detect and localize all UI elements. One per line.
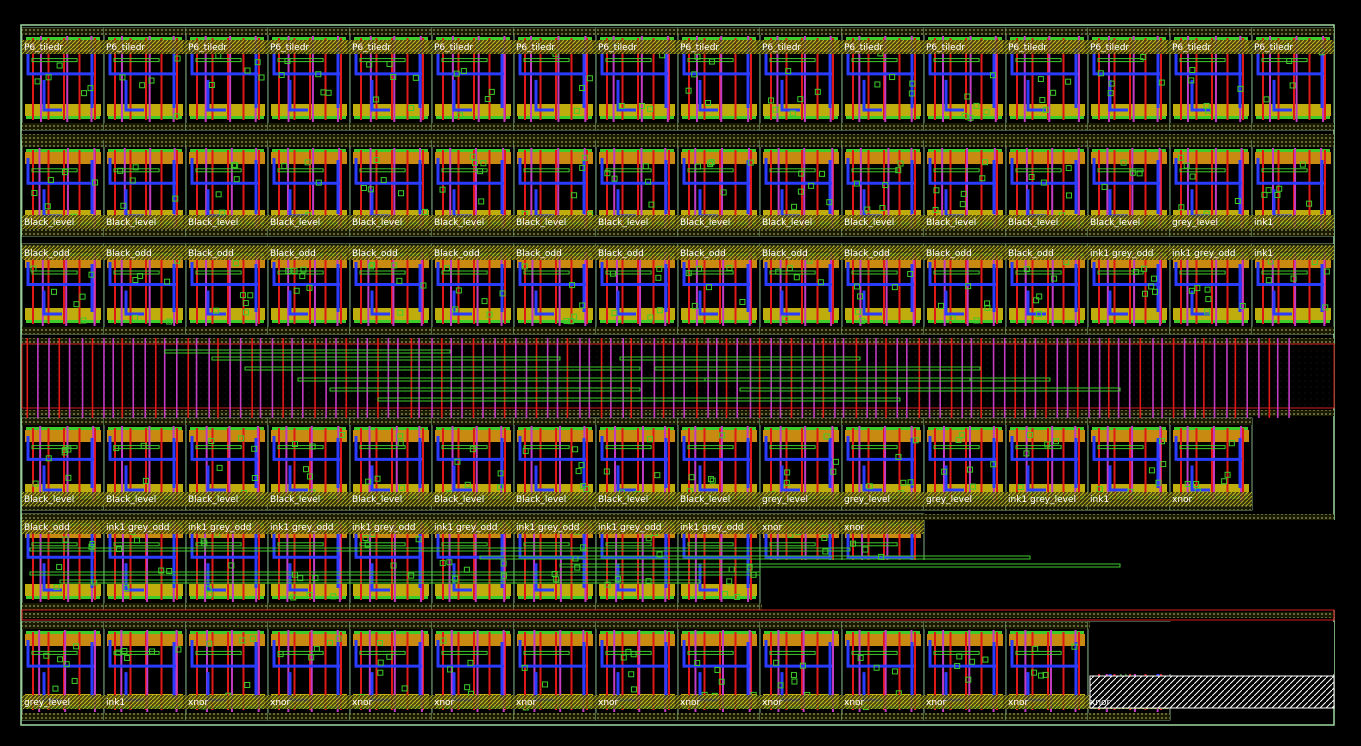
cell-label: P6_tiledr — [24, 43, 63, 53]
cell-label: xnor — [680, 698, 701, 708]
cell-label: P6_tiledr — [926, 43, 965, 53]
cell-label: Black_level — [516, 495, 566, 505]
cell-label: xnor — [516, 698, 537, 708]
cell-label: ink1 — [1090, 495, 1109, 505]
cell-label: grey_level — [762, 495, 808, 505]
cell-label: Black_level — [680, 218, 730, 228]
cell-label: Black_level — [926, 218, 976, 228]
cell-label: Black_odd — [106, 249, 152, 259]
cell-label: Black_level — [188, 218, 238, 228]
cell-label: ink1 grey_odd — [1172, 249, 1236, 259]
empty-region — [1255, 520, 1335, 610]
cell-label: xnor — [1172, 495, 1193, 505]
empty-region — [1090, 622, 1334, 674]
cell-label: ink1 grey_odd — [1090, 249, 1154, 259]
cell-label: Black_odd — [844, 249, 890, 259]
cell-label: P6_tiledr — [270, 43, 309, 53]
cell-label: Black_odd — [680, 249, 726, 259]
cell-label: Black_level — [680, 495, 730, 505]
cell-label: Black_level — [270, 495, 320, 505]
cell-label: P6_tiledr — [352, 43, 391, 53]
cell-label: Black_level — [1090, 218, 1140, 228]
cell-label: Black_odd — [24, 523, 70, 533]
cell-label: P6_tiledr — [1090, 43, 1129, 53]
cell-label: xnor — [844, 523, 865, 533]
cell-label: Black_level — [516, 218, 566, 228]
cell-label: Black_level — [434, 218, 484, 228]
cell-label: ink1 grey_odd — [598, 523, 662, 533]
cell-label: xnor — [1090, 698, 1111, 708]
cell-label: Black_level — [106, 495, 156, 505]
cell-label: ink1 grey_odd — [516, 523, 580, 533]
cell-label: Black_odd — [270, 249, 316, 259]
cell-label: Black_level — [106, 218, 156, 228]
cell-label: xnor — [762, 523, 783, 533]
cell-label: ink1 grey_odd — [680, 523, 744, 533]
cell-label: xnor — [352, 698, 373, 708]
cell-label: xnor — [598, 698, 619, 708]
cell-label: xnor — [762, 698, 783, 708]
cell-label: Black_level — [1008, 218, 1058, 228]
cell-label: ink1 grey_odd — [106, 523, 170, 533]
cell-label: Black_odd — [188, 249, 234, 259]
cell-label: Black_odd — [434, 249, 480, 259]
cell-label: xnor — [844, 698, 865, 708]
cell-label: Black_level — [598, 218, 648, 228]
cell-label: P6_tiledr — [680, 43, 719, 53]
cell-label: xnor — [1008, 698, 1029, 708]
cell-label: ink1 — [106, 698, 125, 708]
cell-label: Black_level — [270, 218, 320, 228]
cell-label: Black_odd — [24, 249, 70, 259]
cell-label: Black_level — [352, 495, 402, 505]
cell-label: grey_level — [24, 698, 70, 708]
cell-label: P6_tiledr — [1254, 43, 1293, 53]
cell-label: Black_level — [24, 495, 74, 505]
cell-label: ink1 grey_odd — [188, 523, 252, 533]
cell-label: P6_tiledr — [598, 43, 637, 53]
cell-label: xnor — [188, 698, 209, 708]
cell-label: ink1 — [1254, 249, 1273, 259]
filler-region — [1089, 675, 1335, 709]
cell-label: Black_level — [844, 218, 894, 228]
chip-layout-view[interactable]: P6_tiledr P6_tiledr P6_tiledr P6_tiledr P6_t… — [0, 0, 1361, 746]
cell-label: P6_tiledr — [762, 43, 801, 53]
cell-label: grey_level — [844, 495, 890, 505]
cell-label: ink1 — [1254, 218, 1273, 228]
cell-label: Black_level — [188, 495, 238, 505]
cell-label: grey_level — [926, 495, 972, 505]
cell-label: grey_level — [1172, 218, 1218, 228]
cell-label: Black_level — [352, 218, 402, 228]
cell-label: ink1 grey_level — [1008, 495, 1076, 505]
cell-label: Black_odd — [1008, 249, 1054, 259]
cell-label: Black_level — [762, 218, 812, 228]
layout-canvas[interactable]: P6_tiledr P6_tiledr P6_tiledr P6_tiledr P6_t… — [0, 0, 1361, 746]
cell-label: Black_odd — [352, 249, 398, 259]
cell-label: P6_tiledr — [188, 43, 227, 53]
power-rail — [22, 134, 1334, 140]
cell-label: P6_tiledr — [516, 43, 555, 53]
cell-label: Black_odd — [762, 249, 808, 259]
power-rail — [22, 612, 1334, 618]
cell-label: xnor — [270, 698, 291, 708]
power-rail — [22, 410, 1334, 416]
cell-label: ink1 grey_odd — [434, 523, 498, 533]
cell-label: xnor — [926, 698, 947, 708]
cell-label: ink1 grey_odd — [352, 523, 416, 533]
cell-label: P6_tiledr — [1008, 43, 1047, 53]
cell-label: Black_level — [434, 495, 484, 505]
cell-label: P6_tiledr — [844, 43, 883, 53]
cell-label: xnor — [434, 698, 455, 708]
cell-label: ink1 grey_odd — [270, 523, 334, 533]
cell-label: Black_odd — [926, 249, 972, 259]
power-rail — [22, 338, 1334, 344]
cell-label: P6_tiledr — [434, 43, 473, 53]
cell-label: P6_tiledr — [106, 43, 145, 53]
cell-label: Black_odd — [598, 249, 644, 259]
cell-label: Black_odd — [516, 249, 562, 259]
cell-label: P6_tiledr — [1172, 43, 1211, 53]
cell-label: Black_level — [24, 218, 74, 228]
power-rail — [22, 514, 1334, 520]
cell-label: Black_level — [598, 495, 648, 505]
